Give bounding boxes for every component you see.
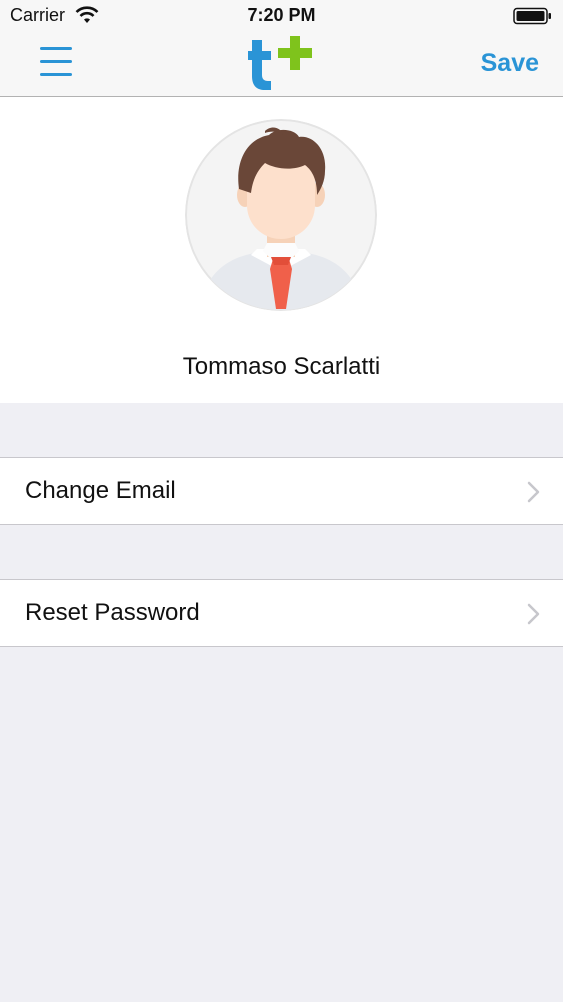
user-avatar-icon[interactable] <box>185 119 377 311</box>
chevron-right-icon <box>527 481 540 503</box>
status-time: 7:20 PM <box>247 5 316 25</box>
t-plus-logo <box>248 36 312 90</box>
change-email-label: Change Email <box>25 477 176 504</box>
menu-button[interactable] <box>36 45 76 81</box>
reset-password-label: Reset Password <box>25 599 200 626</box>
navigation-bar: Save <box>0 30 563 97</box>
save-button[interactable]: Save <box>481 49 539 78</box>
status-bar: Carrier 7:20 PM <box>0 0 563 30</box>
reset-password-row[interactable]: Reset Password <box>0 579 563 647</box>
battery-icon <box>513 7 551 25</box>
user-name: Tommaso Scarlatti <box>182 353 381 380</box>
profile-section: Tommaso Scarlatti <box>0 97 563 403</box>
chevron-right-icon <box>527 603 540 625</box>
change-email-row[interactable]: Change Email <box>0 457 563 525</box>
